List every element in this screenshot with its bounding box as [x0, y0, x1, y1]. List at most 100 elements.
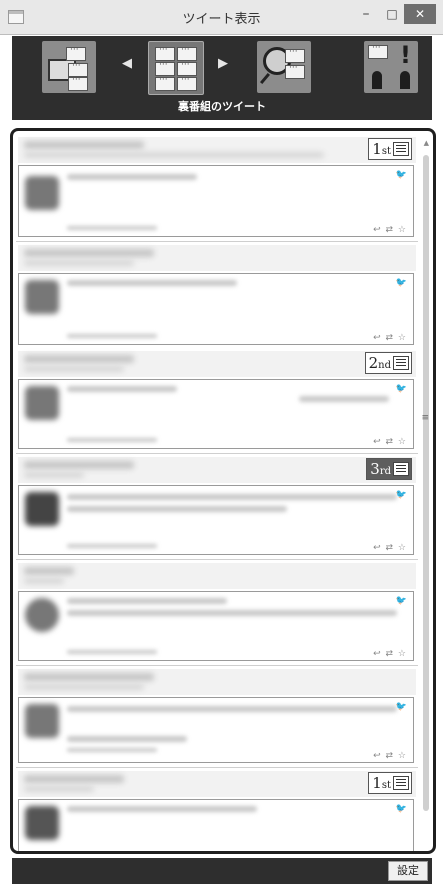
- tweet-text-blurred: [67, 494, 397, 500]
- comment-bubble-icon: [285, 47, 305, 63]
- scrollbar[interactable]: [423, 155, 429, 811]
- program-name-blurred: [24, 684, 144, 690]
- user-avatar: [25, 598, 59, 632]
- program-name-blurred: [24, 260, 134, 266]
- rank-suffix: st: [381, 146, 391, 157]
- title-bar: ツイート表示 – □ ✕: [0, 0, 443, 35]
- nav-next-arrow[interactable]: ▶: [218, 56, 228, 71]
- view-nav-bar: ◀ ▶ !: [12, 36, 432, 98]
- magnifier-handle-icon: [259, 72, 271, 85]
- twitter-bird-icon: 🐦: [395, 278, 407, 288]
- rank-number: 1: [372, 774, 382, 792]
- tweet-text-blurred: [299, 396, 389, 402]
- nav-tv-tweets-button[interactable]: [42, 41, 96, 93]
- nav-other-programs-button[interactable]: [148, 41, 204, 95]
- user-avatar: [25, 806, 59, 840]
- tweet-card[interactable]: 🐦 ↩ ⇄ ☆: [18, 379, 414, 449]
- program-item[interactable]: 2nd 🐦 ↩ ⇄ ☆: [16, 349, 418, 454]
- program-item[interactable]: 🐦 ↩ ⇄ ☆: [16, 561, 418, 666]
- ranking-list-icon: [393, 462, 409, 476]
- tweet-card[interactable]: 🐦 ↩ ⇄ ☆: [18, 591, 414, 661]
- tweet-actions[interactable]: ↩ ⇄ ☆: [373, 751, 407, 761]
- tweet-meta-blurred: [67, 748, 157, 752]
- program-header: [18, 457, 416, 483]
- rank-suffix: rd: [379, 466, 391, 477]
- scrollbar-grip-icon[interactable]: ≡: [421, 413, 429, 423]
- program-item[interactable]: 🐦 ↩ ⇄ ☆: [16, 667, 418, 768]
- program-name-blurred: [24, 249, 154, 257]
- rank-badge-1st: 1st: [368, 138, 412, 160]
- comment-bubble-icon: [285, 63, 305, 79]
- settings-button[interactable]: 設定: [388, 861, 428, 881]
- program-name-blurred: [24, 461, 134, 469]
- user-avatar: [25, 176, 59, 210]
- tweet-text-blurred: [67, 598, 227, 604]
- tweet-card[interactable]: 🐦 ↩ ⇄ ☆: [18, 165, 414, 237]
- tweet-meta-blurred: [67, 544, 157, 548]
- twitter-bird-icon: 🐦: [395, 804, 407, 814]
- tweet-text-blurred: [67, 386, 177, 392]
- user-avatar: [25, 492, 59, 526]
- rank-number: 2: [368, 354, 379, 372]
- comment-bubble-icon: [68, 75, 88, 91]
- twitter-bird-icon: 🐦: [395, 490, 407, 500]
- bottom-bar: 設定: [12, 858, 432, 884]
- program-name-blurred: [24, 673, 154, 681]
- comment-bubble-icon: [155, 75, 175, 91]
- tweet-text-blurred: [67, 706, 397, 712]
- tweet-meta-blurred: [67, 226, 157, 230]
- person-icon: [372, 71, 382, 89]
- ranking-list-icon: [393, 142, 409, 156]
- close-button[interactable]: ✕: [404, 4, 436, 24]
- program-name-blurred: [24, 578, 64, 584]
- rank-number: 1: [372, 140, 382, 158]
- nav-search-button[interactable]: [257, 41, 311, 93]
- scroll-up-arrow[interactable]: ▲: [424, 139, 429, 147]
- tweet-actions[interactable]: ↩ ⇄ ☆: [373, 649, 407, 659]
- tweet-actions[interactable]: ↩ ⇄ ☆: [373, 543, 407, 553]
- tweet-actions[interactable]: ↩ ⇄ ☆: [373, 333, 407, 343]
- tweet-text-blurred: [67, 806, 257, 812]
- twitter-bird-icon: 🐦: [395, 384, 407, 394]
- twitter-bird-icon: 🐦: [395, 702, 407, 712]
- rank-badge-3rd: 3rd: [366, 458, 412, 480]
- program-name-blurred: [24, 472, 84, 478]
- tweet-text-blurred: [67, 736, 187, 742]
- nav-conversation-button[interactable]: !: [364, 41, 418, 93]
- rank-suffix: st: [381, 780, 391, 791]
- exclamation-icon: !: [400, 41, 411, 69]
- tweet-meta-blurred: [67, 650, 157, 654]
- program-header: [18, 563, 416, 589]
- program-item[interactable]: 🐦 ↩ ⇄ ☆: [16, 243, 418, 350]
- rank-badge-2nd: 2nd: [364, 352, 412, 374]
- program-header: [18, 669, 416, 695]
- tweet-actions[interactable]: ↩ ⇄ ☆: [373, 225, 407, 235]
- tweet-text-blurred: [67, 610, 397, 616]
- tweet-text-blurred: [67, 280, 237, 286]
- program-name-blurred: [24, 141, 144, 149]
- program-name-blurred: [24, 355, 134, 363]
- tweet-meta-blurred: [67, 334, 157, 338]
- program-name-blurred: [24, 366, 124, 372]
- twitter-bird-icon: 🐦: [395, 170, 407, 180]
- tweet-card[interactable]: 🐦: [18, 799, 414, 851]
- nav-prev-arrow[interactable]: ◀: [122, 56, 132, 71]
- program-header: [18, 771, 416, 797]
- ranking-list-icon: [393, 776, 409, 790]
- twitter-bird-icon: 🐦: [395, 596, 407, 606]
- tweet-list[interactable]: ▲ ≡ 1st 🐦 ↩ ⇄ ☆ 🐦 ↩ ⇄ ☆ 2nd 🐦 ↩ ⇄ ☆ 3rd …: [10, 128, 436, 854]
- minimize-button[interactable]: –: [355, 4, 377, 24]
- maximize-button[interactable]: □: [381, 4, 403, 24]
- rank-badge-1st: 1st: [368, 772, 412, 794]
- tweet-card[interactable]: 🐦 ↩ ⇄ ☆: [18, 485, 414, 555]
- program-item[interactable]: 1st 🐦: [16, 769, 418, 851]
- tweet-card[interactable]: 🐦 ↩ ⇄ ☆: [18, 697, 414, 763]
- comment-bubble-icon: [155, 45, 175, 61]
- user-avatar: [25, 386, 59, 420]
- tweet-card[interactable]: 🐦 ↩ ⇄ ☆: [18, 273, 414, 345]
- program-header: [18, 351, 416, 377]
- program-item[interactable]: 1st 🐦 ↩ ⇄ ☆: [16, 135, 418, 242]
- program-item[interactable]: 3rd 🐦 ↩ ⇄ ☆: [16, 455, 418, 560]
- program-header: [18, 245, 416, 271]
- tweet-actions[interactable]: ↩ ⇄ ☆: [373, 437, 407, 447]
